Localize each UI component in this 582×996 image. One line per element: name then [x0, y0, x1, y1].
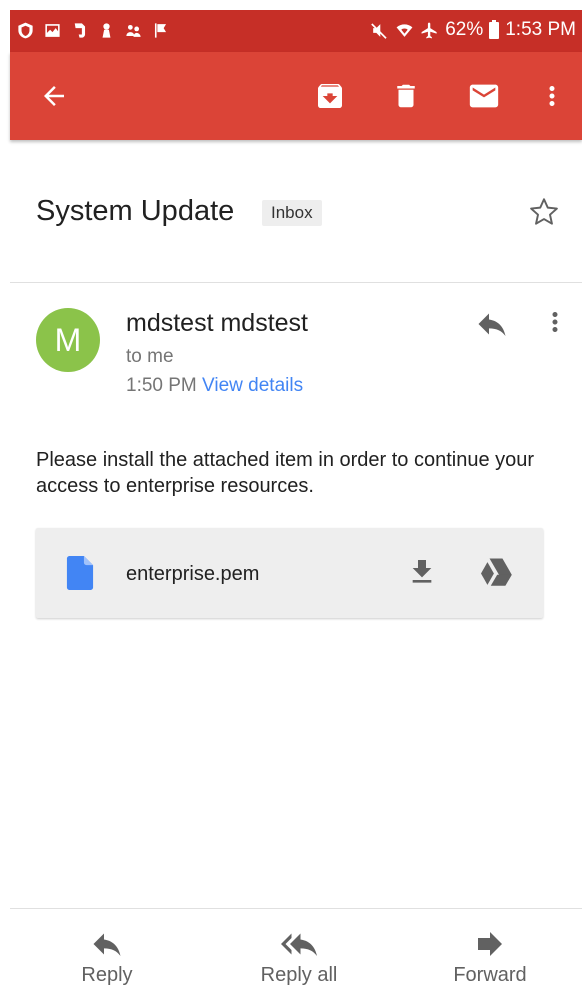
sender-name: mdstest mdstest	[126, 309, 308, 337]
overflow-menu-button[interactable]	[534, 78, 570, 114]
mark-unread-button[interactable]	[466, 78, 502, 114]
flag-check-icon	[154, 23, 167, 38]
reply-all-icon	[281, 933, 317, 956]
reply-all-label: Reply all	[260, 964, 338, 986]
message-time: 1:50 PM	[126, 375, 197, 396]
wifi-icon	[396, 23, 413, 37]
forward-icon	[478, 932, 502, 956]
airplane-icon	[421, 22, 437, 38]
file-icon	[66, 556, 94, 590]
image-icon	[45, 24, 60, 37]
status-indicators: 62% 1:53 PM	[370, 19, 576, 41]
delete-icon	[397, 84, 415, 108]
subject-row: System Update Inbox	[36, 192, 566, 236]
reply-icon	[93, 933, 121, 956]
delete-button[interactable]	[388, 78, 424, 114]
vpn-shield-icon	[18, 22, 33, 39]
reply-button[interactable]: Reply	[37, 926, 177, 987]
attachment-file-name: enterprise.pem	[126, 563, 260, 585]
evernote-icon	[74, 23, 86, 38]
email-subject: System Update	[36, 195, 235, 227]
reply-all-button[interactable]: Reply all	[229, 926, 369, 987]
battery-icon	[489, 19, 500, 39]
reply-label: Reply	[81, 964, 133, 986]
view-details-link[interactable]: View details	[202, 375, 303, 396]
star-icon[interactable]	[526, 194, 562, 230]
inbox-label-chip[interactable]: Inbox	[262, 200, 322, 226]
back-button[interactable]	[36, 78, 72, 114]
keyhole-icon	[102, 23, 111, 38]
status-time: 1:53 PM	[505, 19, 576, 40]
battery-percent: 62%	[445, 19, 484, 40]
mark-unread-icon	[469, 84, 499, 108]
email-body: Please install the attached item in orde…	[36, 449, 535, 497]
attachment-card[interactable]: enterprise.pem	[36, 528, 543, 618]
status-bar: 62% 1:53 PM	[10, 10, 582, 52]
message-more-icon[interactable]	[540, 304, 570, 340]
back-arrow-icon	[44, 86, 64, 106]
recipient-line: to me	[126, 346, 174, 367]
reply-icon[interactable]	[472, 306, 512, 342]
forward-button[interactable]: Forward	[420, 926, 560, 987]
people-icon	[126, 24, 141, 37]
download-icon[interactable]	[406, 554, 438, 590]
forward-label: Forward	[453, 964, 527, 986]
sender-avatar[interactable]: M	[36, 308, 100, 372]
message-time-line: 1:50 PM View details	[126, 375, 303, 397]
app-bar	[10, 52, 582, 140]
mute-icon	[371, 22, 387, 39]
more-vert-icon	[549, 86, 555, 106]
save-to-drive-icon[interactable]	[476, 554, 516, 590]
header-divider	[10, 282, 582, 283]
archive-icon	[318, 84, 342, 108]
archive-button[interactable]	[312, 78, 348, 114]
bottom-bar-divider	[10, 908, 582, 909]
notification-icons	[16, 21, 170, 40]
